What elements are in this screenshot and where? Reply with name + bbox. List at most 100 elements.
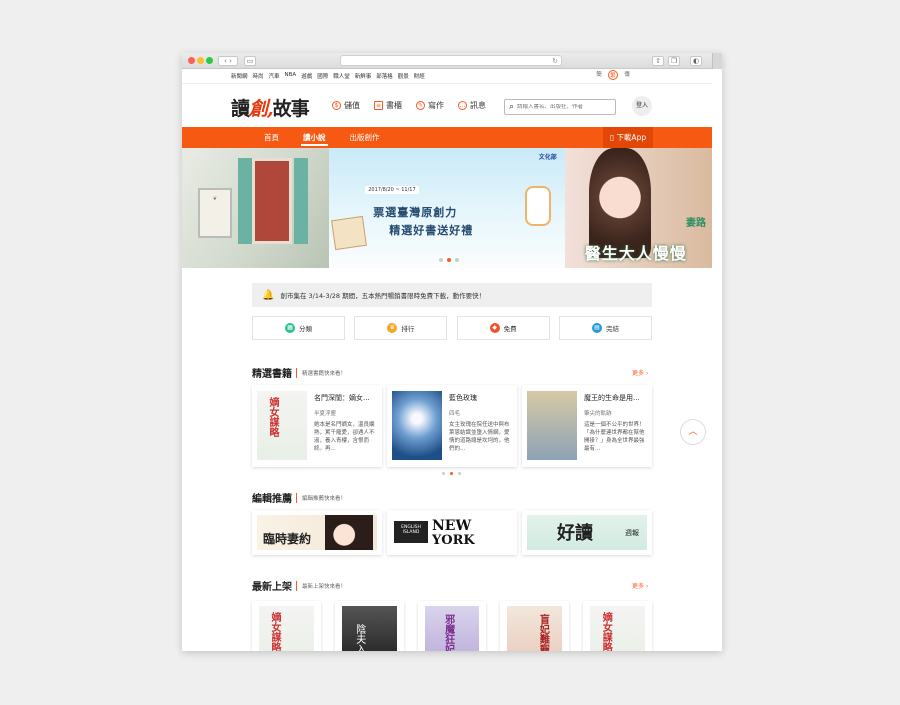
robot-illustration — [525, 186, 552, 226]
new-book-card[interactable] — [583, 601, 652, 651]
more-label: 更多 — [632, 583, 645, 590]
carousel-dot[interactable] — [439, 258, 444, 262]
search-input[interactable] — [517, 104, 610, 110]
promo-text: 臨時妻約 — [263, 532, 312, 546]
announcement-text: 創市集在 3/14-3/28 期間，五本熱門暢銷書限時免費下載，動作要快！ — [280, 292, 486, 300]
share-icon[interactable]: ⇧ — [652, 56, 664, 66]
site-header: 讀創,故事 $ 儲值 ≡ 書櫃 ✎ 寫作 … 訊息 ⌕ 請輸入書名、出版社、作者… — [182, 84, 712, 127]
announcement-bar[interactable]: 🔔 創市集在 3/14-3/28 期間，五本熱門暢銷書限時免費下載，動作要快！ — [252, 283, 652, 307]
promo-card[interactable]: 好讀 週報 — [522, 510, 652, 555]
banner-slide-left[interactable]: ❦ — [182, 148, 330, 268]
portal-link[interactable]: 部落格 — [376, 72, 393, 80]
banner-headline-2: 精選好書送好禮 — [389, 224, 474, 237]
featured-more-link[interactable]: 更多 › — [632, 368, 648, 377]
editor-promo-list: 臨時妻約 ENGLISH ISLAND NEW YORK 好讀 週報 — [252, 510, 652, 555]
nav-bookshelf[interactable]: ≡ 書櫃 — [374, 100, 402, 111]
sidebar-icon[interactable]: ▭ — [244, 56, 256, 66]
book-card[interactable]: 魔王的生命是用... 筆尖的軌跡 這是一個不公平的世界！「為什麼連世界都在幫他開… — [522, 385, 652, 467]
scroll-to-top-button[interactable]: ︿ — [680, 419, 706, 445]
lang-simplified[interactable]: 簡 — [594, 70, 604, 80]
new-book-card[interactable] — [500, 601, 570, 651]
tab-publishing[interactable]: 出版創作 — [338, 127, 392, 148]
portal-link[interactable]: 職人堂 — [333, 72, 350, 80]
search-icon[interactable]: ⌕ — [509, 102, 514, 112]
quick-category-button[interactable]: ▦ 分類 — [252, 316, 345, 340]
address-bar[interactable]: ↻ — [340, 55, 562, 66]
book-card[interactable]: 藍色玫瑰 四毛 女主玫瑰在院任送中與布萊恩結識並墮入情網，愛情的道路總是坎坷的，… — [387, 385, 517, 467]
tabs-icon[interactable]: ❐ — [668, 56, 680, 66]
minimize-window-button[interactable] — [197, 57, 204, 64]
logo-text-accent: 創, — [249, 98, 274, 120]
quick-ranking-button[interactable]: ♛ 排行 — [354, 316, 448, 340]
login-button[interactable]: 登入 — [632, 96, 652, 116]
lang-traditional[interactable]: 繁 — [608, 70, 618, 80]
portal-link[interactable]: 財經 — [414, 72, 425, 80]
book-description: 她本是名門嫡女，溫良嫻熟，罵千寵愛，卻遇人不淑，養入青樓，含恨而終。再... — [314, 422, 375, 452]
portal-link[interactable]: NBA — [285, 72, 297, 80]
book-title: 名門深閨：嫡女... — [314, 394, 370, 402]
promo-text: 好讀 — [557, 523, 593, 544]
shutter-left — [238, 158, 252, 244]
newest-more-link[interactable]: 更多 › — [632, 581, 648, 590]
hero-carousel[interactable]: ❦ 文化部 2017/8/20 ~ 11/17 票選臺灣原創力 精選好書送好禮 — [182, 148, 712, 268]
book-cover — [527, 391, 577, 460]
portal-link[interactable]: 新聞網 — [231, 72, 248, 80]
portal-link[interactable]: 觀景 — [398, 72, 409, 80]
tag-icon: ◆ — [489, 323, 500, 333]
portal-link[interactable]: 汽車 — [269, 72, 280, 80]
message-icon: … — [458, 101, 467, 110]
banner-slide-center[interactable]: 文化部 2017/8/20 ~ 11/17 票選臺灣原創力 精選好書送好禮 — [329, 148, 565, 268]
book-icon: ▤ — [591, 323, 602, 333]
portal-link[interactable]: 新鮮事 — [355, 72, 372, 80]
banner-slide-right[interactable]: 妻路 醫生大人慢慢 — [564, 148, 712, 268]
promo-image: 臨時妻約 — [257, 515, 377, 550]
portal-links: 新聞網 時尚 汽車 NBA 遊戲 國際 職人堂 新鮮事 部落格 觀景 財經 — [231, 72, 425, 80]
banner-right-sub: 妻路 — [686, 218, 706, 229]
book-title: 藍色玫瑰 — [449, 394, 477, 402]
bell-icon: 🔔 — [262, 289, 275, 301]
new-book-card[interactable] — [417, 601, 487, 651]
book-author: 筆尖的軌跡 — [584, 411, 612, 417]
heading-divider — [296, 580, 297, 591]
promo-card[interactable]: ENGLISH ISLAND NEW YORK — [387, 510, 517, 555]
new-book-card[interactable] — [334, 601, 404, 651]
carousel-dot-active[interactable] — [447, 258, 452, 262]
carousel-dot[interactable] — [455, 258, 460, 262]
promo-card[interactable]: 臨時妻約 — [252, 510, 382, 555]
close-window-button[interactable] — [188, 57, 195, 64]
book-card[interactable]: 名門深閨：嫡女... 半夏浮塵 她本是名門嫡女，溫良嫻熟，罵千寵愛，卻遇人不淑，… — [252, 385, 382, 467]
bookshelf-icon: ≡ — [374, 101, 383, 110]
new-book-card[interactable] — [252, 601, 321, 651]
zoom-window-button[interactable] — [206, 57, 213, 64]
page-dot[interactable] — [458, 472, 461, 475]
portal-link[interactable]: 國際 — [317, 72, 328, 80]
back-forward-icon[interactable]: ‹ › — [218, 56, 238, 66]
reload-icon[interactable]: ↻ — [552, 56, 558, 66]
page-dot[interactable] — [442, 472, 445, 475]
scrollbar[interactable] — [712, 53, 722, 69]
tab-home[interactable]: 首頁 — [252, 127, 291, 148]
quick-free-button[interactable]: ◆ 免費 — [456, 316, 550, 340]
quick-completed-button[interactable]: ▤ 完結 — [558, 316, 652, 340]
nav-topup[interactable]: $ 儲值 — [332, 100, 360, 111]
nav-label: 儲值 — [344, 101, 360, 110]
grid-icon: ▦ — [285, 323, 295, 333]
nav-write[interactable]: ✎ 寫作 — [416, 100, 444, 111]
page-dot-active[interactable] — [450, 472, 453, 475]
site-logo[interactable]: 讀創,故事 — [231, 94, 310, 121]
lang-other[interactable]: 傳 — [622, 70, 632, 80]
book-cover — [341, 606, 397, 651]
web-page: 新聞網 時尚 汽車 NBA 遊戲 國際 職人堂 新鮮事 部落格 觀景 財經 簡 … — [182, 69, 712, 651]
download-app-button[interactable]: ▯ 下載App — [603, 127, 653, 148]
portal-link[interactable]: 遊戲 — [301, 72, 312, 80]
nav-messages[interactable]: … 訊息 — [458, 100, 486, 111]
tab-novels[interactable]: 讀小說 — [291, 127, 338, 148]
browser-window: ‹ › ▭ ↻ ⇧ ❐ ◐ 新聞網 時尚 汽車 NBA 遊戲 國際 職人堂 新鮮… — [182, 53, 722, 651]
portal-link[interactable]: 時尚 — [253, 72, 264, 80]
trophy-icon: ♛ — [387, 323, 398, 333]
promo-sign: ENGLISH ISLAND — [394, 521, 428, 543]
extension-icon[interactable]: ◐ — [690, 56, 702, 66]
chevron-right-icon: › — [645, 583, 649, 590]
section-heading: 精選書籍 — [252, 369, 292, 380]
book-cover — [424, 606, 480, 651]
